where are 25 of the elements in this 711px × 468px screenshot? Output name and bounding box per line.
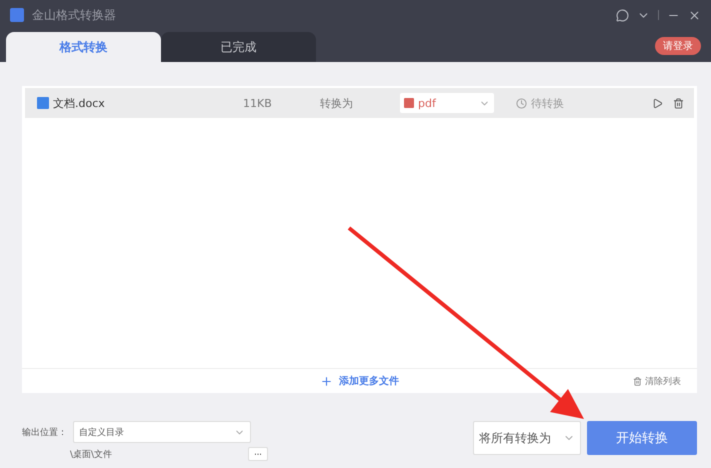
format-select[interactable]: pdf — [400, 93, 494, 113]
tab[interactable]: 格式转换 — [6, 32, 161, 62]
file-name: 文档.docx — [53, 96, 106, 110]
trash-icon[interactable] — [673, 98, 684, 108]
chat-icon[interactable] — [616, 8, 629, 22]
convert-all-select[interactable]: 将所有转换为 — [473, 421, 581, 455]
file-size: 11KB — [243, 96, 273, 110]
play-icon[interactable] — [652, 98, 663, 108]
file-row[interactable]: 文档.docx 11KB 转换为 pdf 待转换 — [25, 88, 694, 118]
status-text: 待转换 — [531, 96, 564, 110]
clock-icon — [516, 98, 527, 108]
start-convert-button[interactable]: 开始转换 — [587, 421, 697, 455]
output-path: \桌面\文件 — [70, 448, 112, 460]
tab[interactable]: 已完成 — [161, 32, 316, 62]
output-location-label: 输出位置： — [22, 426, 67, 438]
login-button[interactable]: 请登录 — [655, 37, 701, 55]
window-title: 金山格式转换器 — [32, 6, 117, 24]
browse-button[interactable]: ··· — [248, 447, 268, 461]
close-icon[interactable] — [688, 8, 701, 22]
plus-icon — [320, 374, 333, 388]
convert-label: 转换为 — [320, 96, 354, 110]
trash-icon — [633, 376, 642, 386]
clear-list-button[interactable]: 清除列表 — [627, 374, 687, 388]
output-directory-select[interactable]: 自定义目录 — [73, 421, 251, 443]
add-more-files-button[interactable]: 添加更多文件 — [314, 373, 405, 389]
